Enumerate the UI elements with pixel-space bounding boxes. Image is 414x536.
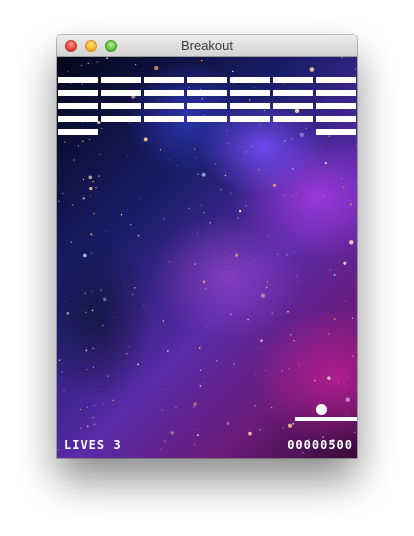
brick [144,77,184,83]
ball [316,404,327,415]
brick [101,116,141,122]
brick [316,129,356,135]
brick [273,103,313,109]
brick [144,116,184,122]
brick [144,103,184,109]
brick [58,116,98,122]
brick [187,116,227,122]
lives-counter: LIVES 3 [64,438,122,452]
brick [144,90,184,96]
brick [316,103,356,109]
brick [101,103,141,109]
brick [101,90,141,96]
brick [187,90,227,96]
brick [101,77,141,83]
brick [187,103,227,109]
game-window: Breakout LIVES 3 00000500 [57,35,357,458]
brick [316,90,356,96]
brick [58,129,98,135]
brick [230,77,270,83]
brick [316,77,356,83]
title-bar[interactable]: Breakout [57,35,357,57]
brick [230,116,270,122]
brick [230,103,270,109]
brick [58,77,98,83]
brick [273,77,313,83]
brick [273,90,313,96]
score-counter: 00000500 [287,438,353,452]
playfield[interactable]: LIVES 3 00000500 [57,57,357,458]
window-title: Breakout [180,38,234,53]
brick [58,103,98,109]
paddle[interactable] [295,417,357,421]
brick [230,90,270,96]
brick [273,116,313,122]
brick [187,77,227,83]
brick [316,116,356,122]
brick [58,90,98,96]
